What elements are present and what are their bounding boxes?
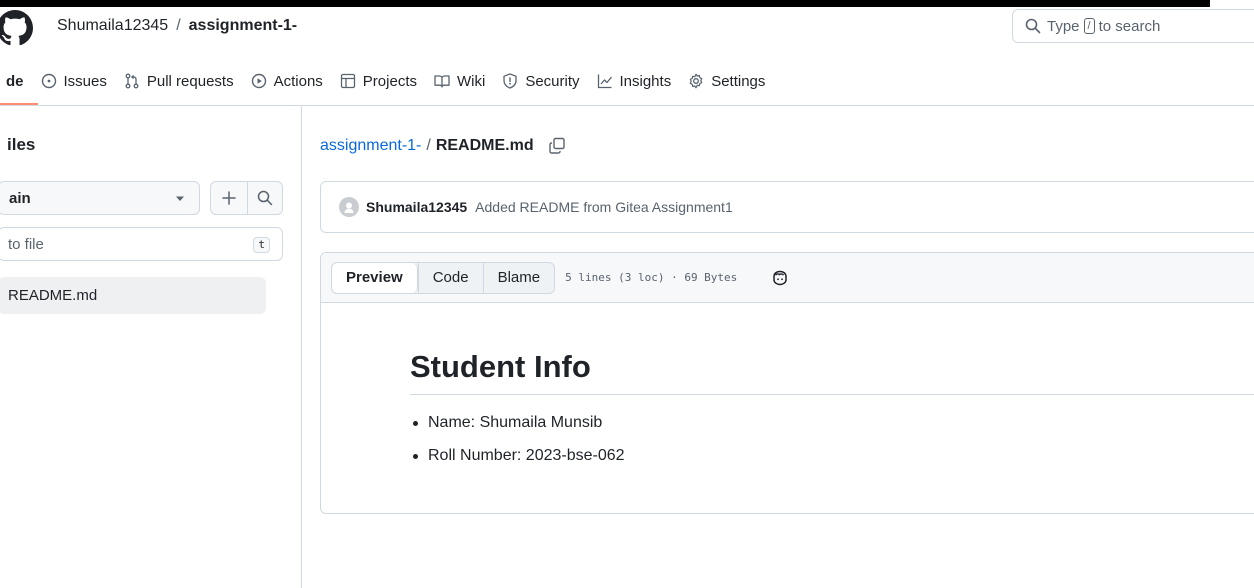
github-logo-icon[interactable] xyxy=(0,10,36,46)
copy-path-icon[interactable] xyxy=(548,137,566,155)
tab-code[interactable]: de xyxy=(0,63,38,105)
go-to-file-placeholder: to file xyxy=(8,235,44,253)
nav-divider xyxy=(0,105,1254,106)
top-black-bar xyxy=(0,0,1210,7)
commit-message[interactable]: Added README from Gitea Assignment1 xyxy=(475,199,733,215)
issue-circle-icon xyxy=(41,73,64,89)
search-shortcut-key: / xyxy=(1083,18,1095,34)
caret-down-icon xyxy=(175,195,185,203)
list-item: Roll Number: 2023-bse-062 xyxy=(413,444,1254,468)
tab-pull-requests[interactable]: Pull requests xyxy=(116,63,242,99)
tab-wiki-label: Wiki xyxy=(456,72,486,90)
blame-tab[interactable]: Blame xyxy=(482,262,555,293)
file-header: Preview Code Blame 5 lines (3 loc) · 69 … xyxy=(321,253,1254,303)
latest-commit-bar: Shumaila12345 Added README from Gitea As… xyxy=(320,181,1254,233)
tab-actions-label: Actions xyxy=(273,72,323,90)
tab-projects[interactable]: Projects xyxy=(332,63,425,99)
tab-settings[interactable]: Settings xyxy=(680,63,773,99)
sidebar-divider xyxy=(301,106,302,588)
breadcrumb-repo-link[interactable]: assignment-1- xyxy=(320,136,421,156)
tab-issues[interactable]: Issues xyxy=(33,63,115,99)
avatar[interactable] xyxy=(339,197,359,217)
tab-settings-label: Settings xyxy=(711,72,766,90)
tab-security[interactable]: Security xyxy=(494,63,587,99)
readme-content: Student Info Name: Shumaila Munsib Roll … xyxy=(321,303,1254,468)
copilot-icon[interactable] xyxy=(771,270,789,286)
file-tree-item-label: README.md xyxy=(8,287,98,304)
sidebar-actions xyxy=(210,181,283,215)
repo-path: Shumaila12345 / assignment-1- xyxy=(57,16,297,36)
search-icon xyxy=(257,190,273,206)
branch-name: ain xyxy=(9,189,31,207)
breadcrumb-separator: / xyxy=(426,137,431,154)
search-icon xyxy=(1025,18,1041,34)
go-to-file-input[interactable]: to file t xyxy=(0,227,283,261)
readme-list: Name: Shumaila Munsib Roll Number: 2023-… xyxy=(410,411,1254,468)
list-item: Name: Shumaila Munsib xyxy=(413,411,1254,435)
repo-nav: de Issues Pull requests Actions Projects… xyxy=(0,63,774,105)
tab-insights-label: Insights xyxy=(619,72,672,90)
play-circle-icon xyxy=(251,73,274,89)
shield-icon xyxy=(502,73,525,89)
repo-name-link[interactable]: assignment-1- xyxy=(189,17,297,34)
code-tab[interactable]: Code xyxy=(417,262,483,293)
readme-heading: Student Info xyxy=(410,347,1254,395)
owner-link[interactable]: Shumaila12345 xyxy=(57,17,168,34)
search-input[interactable]: Type / to search xyxy=(1012,9,1254,43)
tab-wiki[interactable]: Wiki xyxy=(426,63,493,99)
branch-select-button[interactable]: ain xyxy=(0,181,200,215)
tab-projects-label: Projects xyxy=(362,72,417,90)
tab-issues-label: Issues xyxy=(63,72,107,90)
plus-icon xyxy=(221,190,237,206)
search-prefix: Type xyxy=(1047,17,1080,35)
tab-insights[interactable]: Insights xyxy=(589,63,680,99)
file-tree-item[interactable]: README.md xyxy=(0,277,266,314)
search-files-button[interactable] xyxy=(246,182,283,214)
table-icon xyxy=(340,73,363,89)
tab-security-label: Security xyxy=(525,72,580,90)
preview-tab[interactable]: Preview xyxy=(332,262,418,293)
file-stats: 5 lines (3 loc) · 69 Bytes xyxy=(565,271,738,284)
files-title: iles xyxy=(7,135,36,154)
gear-icon xyxy=(688,73,711,89)
tab-code-label: de xyxy=(6,72,24,90)
tab-actions[interactable]: Actions xyxy=(243,63,331,99)
book-icon xyxy=(434,73,457,89)
breadcrumb: assignment-1- / README.md xyxy=(320,136,566,156)
graph-icon xyxy=(597,73,620,89)
tab-pull-requests-label: Pull requests xyxy=(146,72,234,90)
pull-request-icon xyxy=(124,73,147,89)
path-separator: / xyxy=(176,17,181,34)
view-mode-toggle: Preview Code Blame xyxy=(331,261,556,294)
go-to-file-shortcut-key: t xyxy=(253,237,270,253)
add-file-button[interactable] xyxy=(211,182,247,214)
search-suffix: to search xyxy=(1098,17,1161,35)
breadcrumb-file-name: README.md xyxy=(435,137,534,154)
file-viewer: Preview Code Blame 5 lines (3 loc) · 69 … xyxy=(320,252,1254,514)
commit-author[interactable]: Shumaila12345 xyxy=(366,199,467,215)
